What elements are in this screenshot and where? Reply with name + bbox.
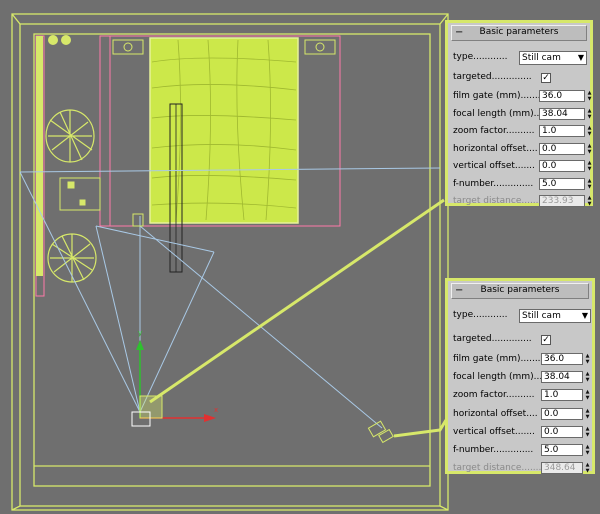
chair-lower[interactable] bbox=[47, 233, 97, 283]
rollout-header[interactable]: − Basic parameters bbox=[451, 25, 587, 41]
spinner-arrows-icon[interactable]: ▲ ▼ bbox=[584, 353, 591, 365]
param-value-field[interactable]: 0.0 bbox=[541, 407, 583, 420]
param-label: zoom factor.......... bbox=[453, 390, 535, 401]
param-value-field[interactable]: 38.04 bbox=[539, 107, 585, 120]
param-row: horizontal offset.... 0.0 ▲ ▼ bbox=[453, 407, 591, 422]
spinner-arrows-icon[interactable]: ▲ ▼ bbox=[584, 408, 591, 420]
spinner-arrows-icon: ▲ ▼ bbox=[587, 195, 592, 207]
param-label: horizontal offset.... bbox=[453, 408, 538, 419]
param-value-field[interactable]: 38.04 bbox=[541, 371, 583, 384]
param-label: film gate (mm)....... bbox=[453, 354, 541, 364]
checkmark-icon: ✓ bbox=[542, 335, 550, 345]
param-value-field: 233.93 bbox=[539, 195, 585, 207]
param-value-field: 348.64 bbox=[541, 462, 583, 475]
param-label: f-number.............. bbox=[453, 445, 534, 455]
camera-parameters-panel-2: − Basic parameters type............ Stil… bbox=[445, 278, 595, 476]
spinner-arrows-icon[interactable]: ▲ ▼ bbox=[586, 90, 593, 102]
param-row: focal length (mm).... 38.04 ▲ ▼ bbox=[453, 371, 591, 385]
type-dropdown[interactable]: Still cam ▼ bbox=[519, 309, 591, 323]
param-row: zoom factor.......... 1.0 ▲ ▼ bbox=[453, 389, 591, 403]
param-row: f-number.............. 5.0 ▲ ▼ bbox=[453, 444, 591, 458]
spinner-arrows-icon[interactable]: ▲ ▼ bbox=[586, 178, 593, 190]
param-value-field[interactable]: 5.0 bbox=[539, 177, 585, 190]
spinner-arrows-icon: ▲ ▼ bbox=[585, 462, 590, 475]
param-value-field[interactable]: 0.0 bbox=[539, 142, 585, 155]
param-row: target distance....... 348.64 ▲ ▼ bbox=[453, 462, 590, 476]
param-label: vertical offset....... bbox=[453, 426, 535, 437]
spinner-arrows-icon[interactable]: ▲ ▼ bbox=[584, 389, 591, 401]
svg-text:x: x bbox=[214, 406, 218, 414]
param-row: target distance....... 233.93 ▲ ▼ bbox=[453, 195, 591, 209]
param-row: focal length (mm).... 38.04 ▲ ▼ bbox=[453, 107, 591, 122]
param-row: f-number.............. 5.0 ▲ ▼ bbox=[453, 177, 591, 192]
param-label: target distance....... bbox=[453, 196, 542, 206]
param-label: horizontal offset.... bbox=[453, 143, 538, 154]
camera-parameters-panel-1: − Basic parameters type............ Stil… bbox=[445, 20, 593, 209]
chevron-down-icon: ▼ bbox=[581, 311, 588, 320]
param-label: f-number.............. bbox=[453, 178, 534, 189]
param-value-field[interactable]: 0.0 bbox=[541, 425, 583, 438]
type-label: type............ bbox=[453, 310, 508, 320]
viewport-3d[interactable]: y x − Basic parameters type............ … bbox=[0, 0, 600, 514]
targeted-label: targeted.............. bbox=[453, 334, 532, 344]
rollout-title: Basic parameters bbox=[479, 27, 559, 37]
param-row: horizontal offset.... 0.0 ▲ ▼ bbox=[453, 142, 591, 157]
type-value: Still cam bbox=[522, 311, 561, 321]
targeted-checkbox[interactable]: ✓ bbox=[541, 335, 551, 345]
rollout-header[interactable]: − Basic parameters bbox=[451, 283, 589, 299]
param-row: vertical offset....... 0.0 ▲ ▼ bbox=[453, 425, 591, 440]
spinner-arrows-icon[interactable]: ▲ ▼ bbox=[586, 125, 593, 137]
spinner-arrows-icon[interactable]: ▲ ▼ bbox=[584, 371, 591, 383]
param-value-field[interactable]: 0.0 bbox=[539, 160, 585, 172]
spinner-arrows-icon[interactable]: ▲ ▼ bbox=[586, 108, 593, 120]
param-label: zoom factor.......... bbox=[453, 126, 535, 136]
spinner-arrows-icon[interactable]: ▲ ▼ bbox=[586, 143, 593, 155]
type-label: type............ bbox=[453, 52, 508, 62]
chevron-down-icon: ▼ bbox=[577, 53, 584, 62]
rollout-title: Basic parameters bbox=[480, 285, 560, 295]
param-row: vertical offset....... 0.0 ▲ ▼ bbox=[453, 160, 591, 174]
targeted-label: targeted.............. bbox=[453, 72, 532, 82]
spinner-arrows-icon[interactable]: ▲ ▼ bbox=[584, 426, 591, 438]
param-label: vertical offset....... bbox=[453, 161, 535, 171]
param-label: focal length (mm).... bbox=[453, 372, 546, 383]
type-row: type............ Still cam ▼ bbox=[453, 309, 591, 323]
targeted-row: targeted.............. ✓ bbox=[453, 333, 588, 347]
param-value-field[interactable]: 1.0 bbox=[539, 125, 585, 137]
checkmark-icon: ✓ bbox=[542, 73, 550, 83]
param-row: film gate (mm)....... 36.0 ▲ ▼ bbox=[453, 90, 591, 104]
param-label: film gate (mm)....... bbox=[453, 91, 541, 101]
spinner-arrows-icon[interactable]: ▲ ▼ bbox=[586, 160, 593, 172]
type-value: Still cam bbox=[522, 53, 561, 63]
svg-text:y: y bbox=[138, 329, 142, 337]
targeted-row: targeted.............. ✓ bbox=[453, 71, 586, 85]
param-row: zoom factor.......... 1.0 ▲ ▼ bbox=[453, 125, 591, 139]
spinner-arrows-icon[interactable]: ▲ ▼ bbox=[584, 444, 591, 456]
param-value-field[interactable]: 1.0 bbox=[541, 389, 583, 402]
type-dropdown[interactable]: Still cam ▼ bbox=[519, 51, 587, 65]
type-row: type............ Still cam ▼ bbox=[453, 51, 587, 65]
param-value-field[interactable]: 36.0 bbox=[539, 90, 585, 102]
targeted-checkbox[interactable]: ✓ bbox=[541, 73, 551, 83]
bed[interactable] bbox=[149, 37, 299, 224]
param-label: target distance....... bbox=[453, 463, 542, 474]
param-value-field[interactable]: 5.0 bbox=[541, 444, 583, 456]
param-row: film gate (mm)....... 36.0 ▲ ▼ bbox=[453, 353, 591, 367]
param-label: focal length (mm).... bbox=[453, 108, 546, 119]
chair-upper[interactable] bbox=[45, 109, 95, 163]
param-value-field[interactable]: 36.0 bbox=[541, 353, 583, 365]
